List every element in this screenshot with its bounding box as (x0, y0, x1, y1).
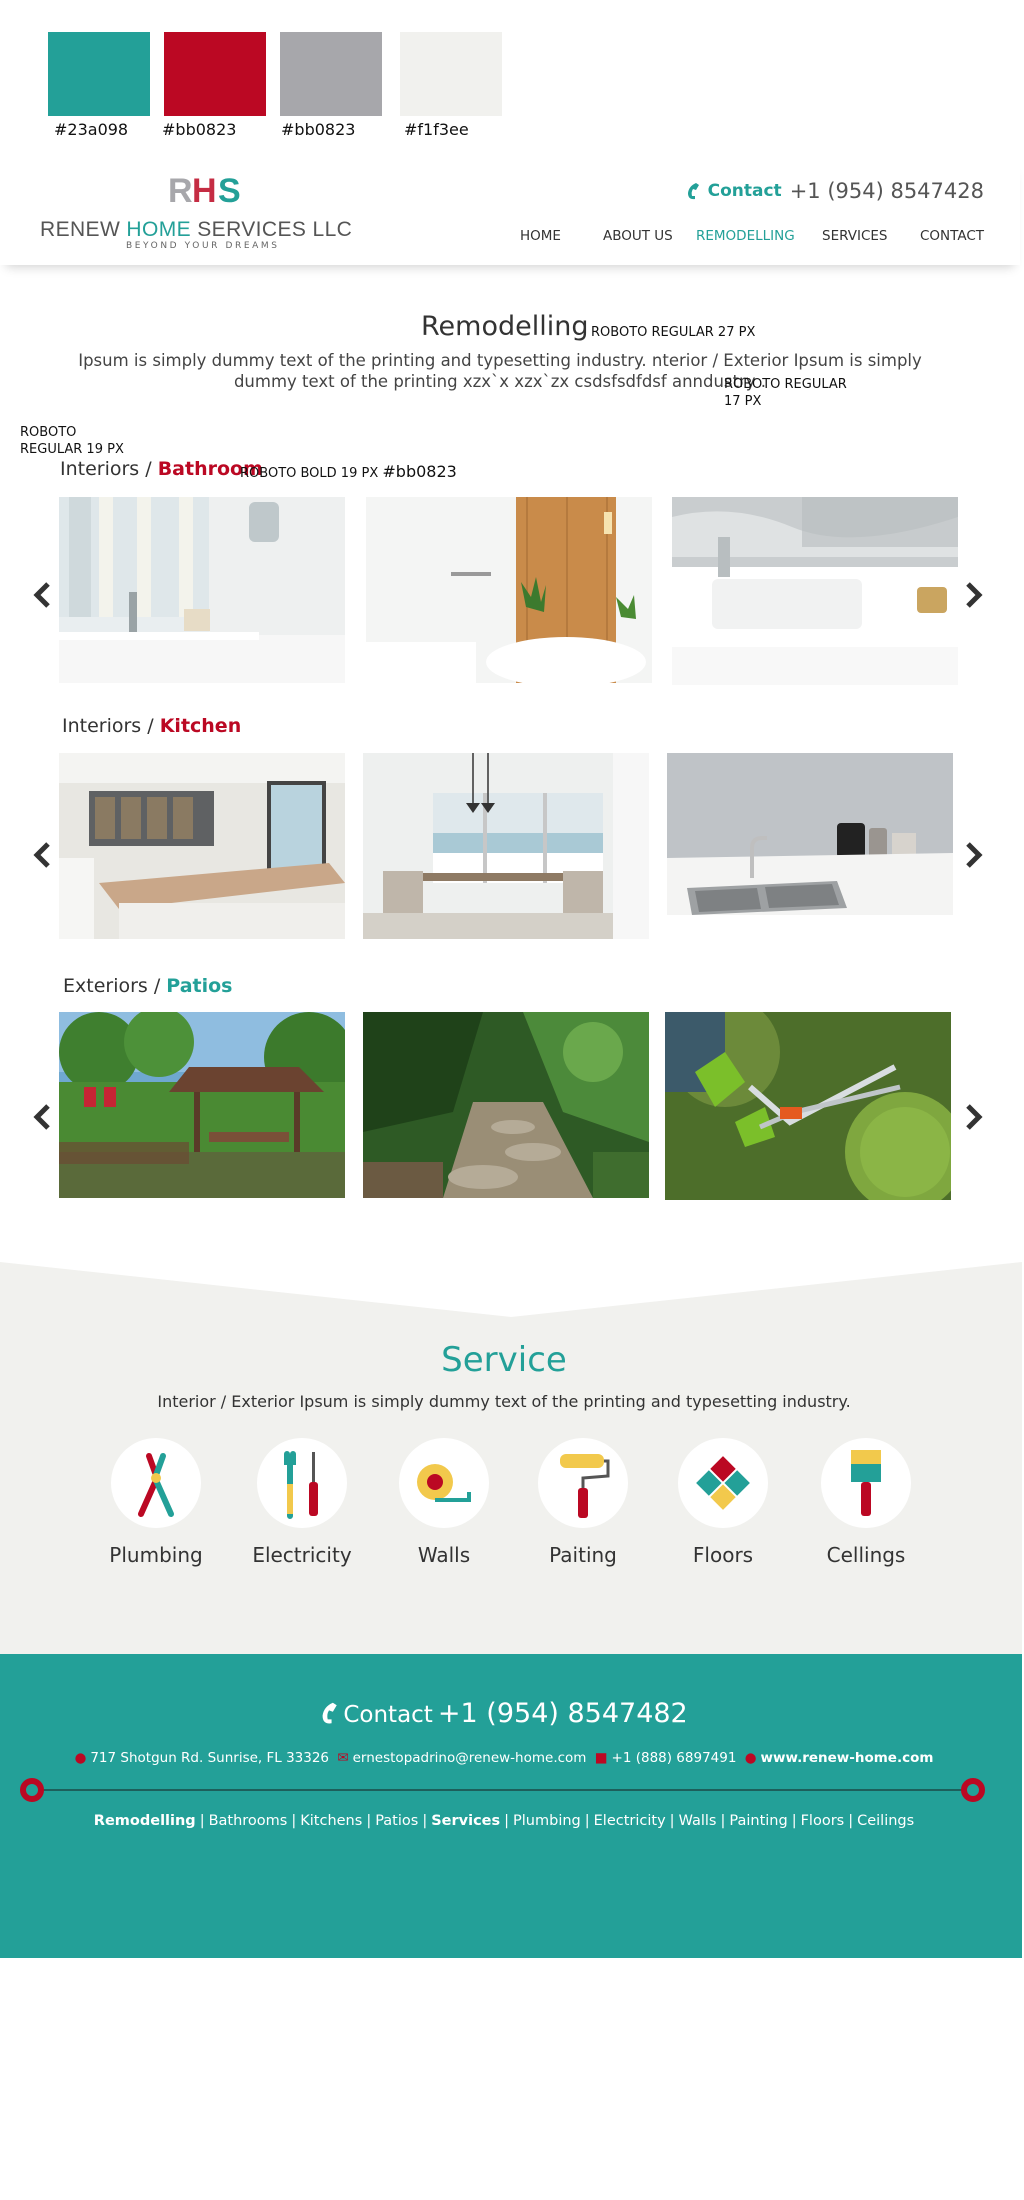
footer-divider (32, 1789, 974, 1791)
section-label-patios: Exteriors / Patios (63, 975, 233, 997)
swatch-label: #f1f3ee (404, 120, 469, 139)
intro-font-note: ROBOTO REGULAR 17 PX (724, 377, 847, 409)
footer-link-electricity[interactable]: Electricity (594, 1813, 666, 1829)
footer-link-patios[interactable]: Patios (375, 1813, 418, 1829)
kitchen-sink-photo[interactable] (667, 753, 953, 939)
footer-info: ● 717 Shotgun Rd. Sunrise, FL 33326 ✉ erne… (0, 1750, 1008, 1766)
logo-tagline: BEYOND YOUR DREAMS (126, 241, 280, 251)
nav-remodelling[interactable]: REMODELLING (696, 228, 795, 244)
divider-dot (20, 1778, 44, 1802)
footer-address: 717 Shotgun Rd. Sunrise, FL 33326 (90, 1750, 330, 1766)
logo-mark-icon: R H S (168, 172, 241, 208)
footer-link-kitchens[interactable]: Kitchens (300, 1813, 362, 1829)
site-header: R H S RENEW HOME SERVICES LLC BEYOND YOU… (0, 160, 1020, 265)
header-contact[interactable]: Contact +1 (954) 8547428 (686, 179, 984, 203)
footer-phone[interactable]: +1 (954) 8547482 (438, 1698, 688, 1729)
page-title: Remodelling (421, 311, 589, 342)
paint-brush-icon (851, 1450, 881, 1516)
footer-contact-label: Contact (343, 1702, 433, 1728)
svg-text:H: H (192, 172, 217, 208)
footer-link-plumbing[interactable]: Plumbing (513, 1813, 581, 1829)
floor-tiles-icon (696, 1456, 750, 1510)
chevron-right-icon[interactable] (962, 582, 984, 608)
service-electricity[interactable] (257, 1438, 347, 1528)
service-label: Cellings (826, 1543, 906, 1567)
chevron-left-icon[interactable] (32, 842, 54, 868)
fax-icon: ■ (594, 1750, 608, 1766)
divider-dot (961, 1778, 985, 1802)
nav-about-us[interactable]: ABOUT US (603, 228, 673, 244)
footer-contact[interactable]: Contact +1 (954) 8547482 (0, 1698, 1008, 1729)
footer-link-floors[interactable]: Floors (801, 1813, 845, 1829)
chevron-right-icon[interactable] (962, 1104, 984, 1130)
section-divider (0, 1262, 1022, 1317)
footer-link-painting[interactable]: Painting (729, 1813, 787, 1829)
footer-link-remodelling[interactable]: Remodelling (94, 1813, 196, 1829)
swatch-red (164, 32, 266, 116)
garden-path-photo[interactable] (363, 1012, 649, 1198)
globe-icon: ● (744, 1750, 757, 1766)
footer-link-bathrooms[interactable]: Bathrooms (209, 1813, 288, 1829)
side-font-note: ROBOTO REGULAR 19 PX (20, 425, 124, 457)
email-icon: ✉ (337, 1750, 349, 1766)
wrench-screwdriver-icon (284, 1451, 318, 1519)
service-walls[interactable] (399, 1438, 489, 1528)
phone-icon (687, 183, 699, 200)
garden-gazebo-photo[interactable] (59, 1012, 345, 1198)
hedge-trimming-photo[interactable] (665, 1012, 951, 1200)
bathroom-wood-wall-photo[interactable] (366, 497, 652, 683)
service-plumbing[interactable] (111, 1438, 201, 1528)
service-label: Paiting (549, 1543, 617, 1567)
service-painting[interactable] (538, 1438, 628, 1528)
footer-fax: +1 (888) 6897491 (611, 1750, 737, 1766)
chevron-right-icon[interactable] (962, 842, 984, 868)
chevron-left-icon[interactable] (32, 582, 54, 608)
footer-link-walls[interactable]: Walls (679, 1813, 717, 1829)
logo-name: RENEW HOME SERVICES LLC (40, 218, 353, 241)
nav-services[interactable]: SERVICES (822, 228, 887, 244)
footer-link-services[interactable]: Services (431, 1813, 500, 1829)
contact-label: Contact (707, 181, 782, 201)
footer-links: Remodelling | Bathrooms | Kitchens | Patios | Se… (93, 1813, 915, 1829)
service-ceilings[interactable] (821, 1438, 911, 1528)
swatch-gray (280, 32, 382, 116)
footer-email[interactable]: ernestopadrino@renew-home.com (353, 1750, 587, 1766)
service-subtitle: Interior / Exterior Ipsum is simply dumm… (157, 1392, 851, 1411)
chevron-left-icon[interactable] (32, 1104, 54, 1130)
service-label: Floors (692, 1543, 754, 1567)
pliers-icon (138, 1453, 174, 1517)
service-label: Walls (417, 1543, 471, 1567)
kitchen-island-photo[interactable] (59, 753, 345, 939)
svg-text:R: R (168, 172, 193, 208)
logo[interactable]: R H S RENEW HOME SERVICES LLC BEYOND YOU… (40, 170, 370, 251)
page: #23a098 #bb0823 #bb0823 #f1f3ee R H S RE… (0, 0, 1024, 2200)
swatch-label: #23a098 (54, 120, 129, 139)
footer-link-ceilings[interactable]: Ceilings (857, 1813, 914, 1829)
bathroom-vanity-photo[interactable] (59, 497, 345, 683)
dining-room-photo[interactable] (363, 753, 649, 939)
service-label: Electricity (252, 1543, 352, 1567)
title-font-note: ROBOTO REGULAR 27 PX (591, 325, 756, 340)
section-font-note: ROBOTO BOLD 19 PX #bb0823 (240, 462, 457, 481)
tape-measure-icon (417, 1464, 471, 1502)
swatch-label: #bb0823 (162, 120, 237, 139)
footer-website[interactable]: www.renew-home.com (761, 1750, 934, 1766)
section-label-kitchen: Interiors / Kitchen (62, 715, 242, 737)
location-pin-icon: ● (74, 1750, 87, 1766)
swatch-label: #bb0823 (281, 120, 356, 139)
paint-roller-icon (560, 1454, 610, 1518)
nav-home[interactable]: HOME (520, 228, 561, 244)
service-floors[interactable] (678, 1438, 768, 1528)
swatch-teal (48, 32, 150, 116)
service-title: Service (441, 1340, 567, 1380)
nav-contact[interactable]: CONTACT (920, 228, 984, 244)
svg-text:S: S (218, 172, 241, 208)
header-phone[interactable]: +1 (954) 8547428 (790, 179, 984, 203)
phone-icon (322, 1702, 337, 1724)
swatch-offwhite (400, 32, 502, 116)
service-label: Plumbing (109, 1543, 203, 1567)
section-label-bathroom: Interiors / Bathroom (60, 458, 263, 480)
bathroom-sink-photo[interactable] (672, 497, 958, 685)
